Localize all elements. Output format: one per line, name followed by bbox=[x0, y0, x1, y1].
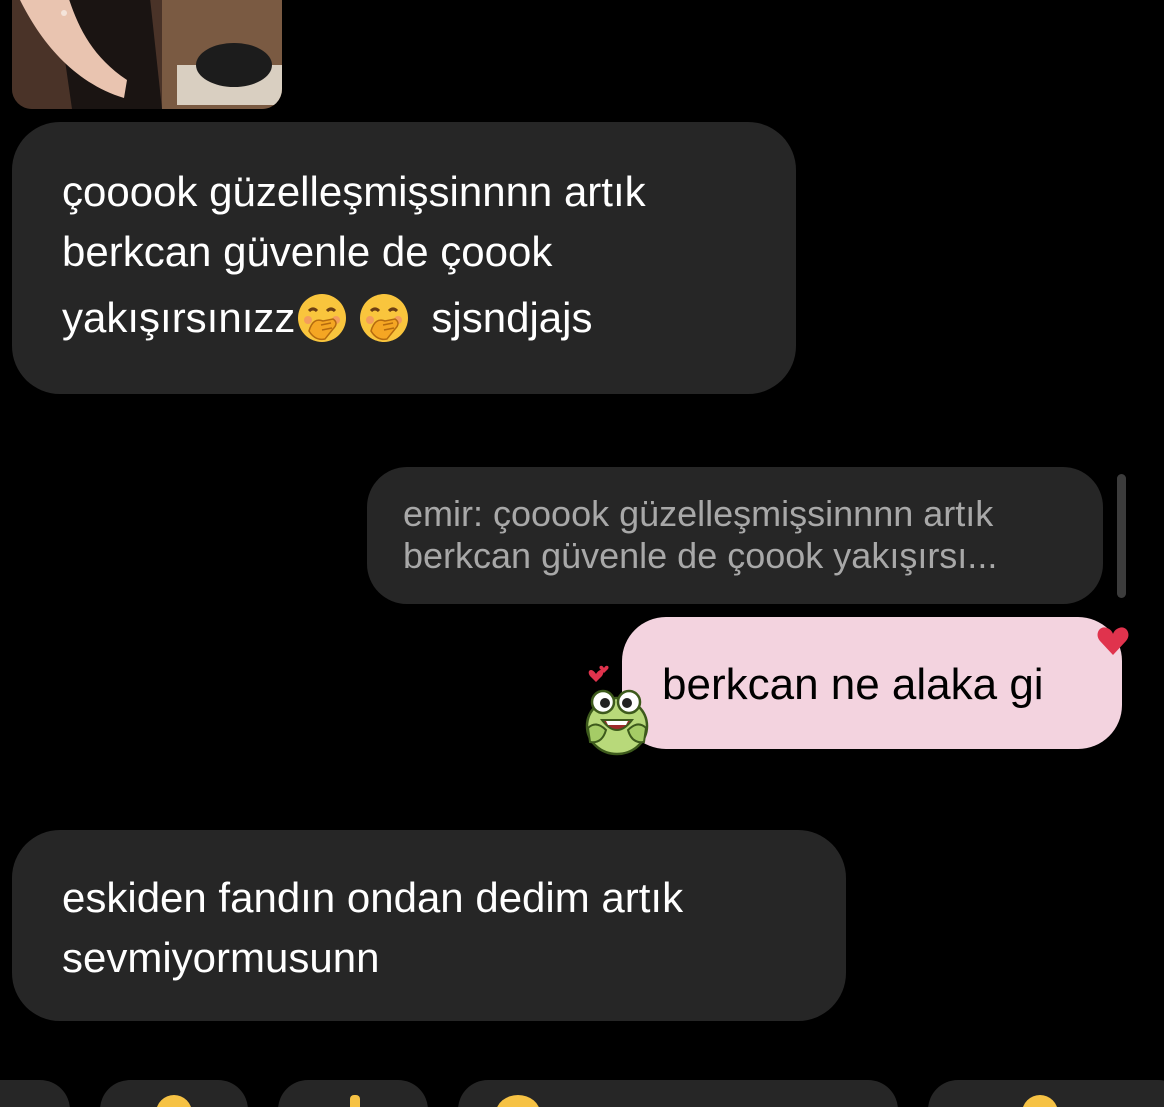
quick-reaction-button[interactable] bbox=[458, 1080, 898, 1107]
message-text-line: yakışırsınızz bbox=[62, 294, 296, 341]
quick-reaction-button[interactable] bbox=[100, 1080, 248, 1107]
message-text-line: eskiden fandın ondan dedim artık bbox=[62, 874, 684, 921]
message-text-line-with-emoji: yakışırsınızz sjsndjajs bbox=[62, 288, 756, 348]
reply-quote-line: berkcan güvenle de çoook yakışırsı... bbox=[403, 535, 998, 576]
hand-over-mouth-emoji-icon bbox=[298, 294, 347, 342]
incoming-message-bubble[interactable]: çooook güzelleşmişsinnnn artık berkcan g… bbox=[12, 122, 796, 394]
emoji-icon bbox=[496, 1095, 540, 1107]
message-text-line: sjsndjajs bbox=[431, 294, 593, 341]
reply-quote-line: emir: çooook güzelleşmişsinnnn artık bbox=[403, 493, 994, 534]
outgoing-message-bubble[interactable]: berkcan ne alaka gi bbox=[622, 617, 1122, 749]
emoji-icon bbox=[1022, 1095, 1058, 1107]
message-text-line: berkcan güvenle de çoook bbox=[62, 228, 553, 275]
heart-icon bbox=[1097, 627, 1129, 655]
emoji-icon bbox=[156, 1095, 192, 1107]
quick-reaction-button[interactable] bbox=[0, 1080, 70, 1107]
incoming-message-bubble[interactable]: eskiden fandın ondan dedim artık sevmiyo… bbox=[12, 830, 846, 1021]
message-text: berkcan ne alaka gi bbox=[662, 660, 1044, 709]
frog-sticker-icon bbox=[585, 665, 649, 756]
quick-reaction-button[interactable] bbox=[278, 1080, 428, 1107]
reply-quote-preview[interactable]: emir: çooook güzelleşmişsinnnn artık ber… bbox=[367, 467, 1103, 604]
message-text-line: çooook güzelleşmişsinnnn artık bbox=[62, 168, 646, 215]
photo-message-thumbnail[interactable] bbox=[12, 0, 282, 109]
quick-reaction-button[interactable] bbox=[928, 1080, 1164, 1107]
message-text-line: sevmiyormusunn bbox=[62, 934, 380, 981]
reply-indicator-bar bbox=[1117, 474, 1126, 598]
quick-reaction-bar bbox=[0, 1080, 1164, 1107]
emoji-icon bbox=[350, 1095, 360, 1107]
hand-over-mouth-emoji-icon bbox=[360, 294, 409, 342]
